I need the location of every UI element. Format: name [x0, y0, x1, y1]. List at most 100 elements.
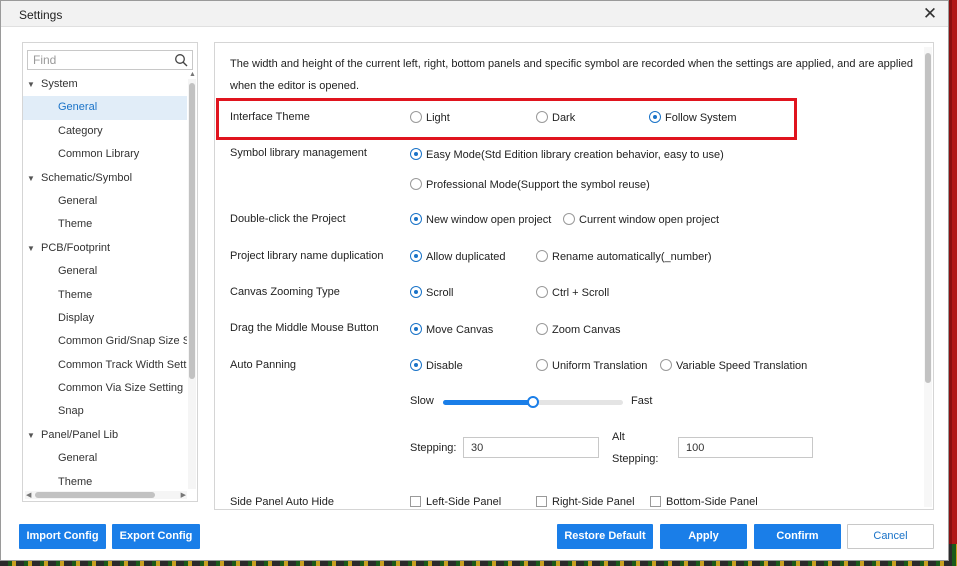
tree-item[interactable]: Common Library — [23, 143, 187, 166]
scroll-right-icon[interactable]: ▶ — [181, 491, 186, 499]
nav-vertical-scrollbar[interactable]: ▲ — [188, 71, 196, 489]
radio-checked-icon[interactable] — [410, 359, 422, 371]
search-icon[interactable] — [174, 53, 188, 67]
tree-item[interactable]: Common Via Size Setting — [23, 377, 187, 400]
alt-label: Alt — [612, 431, 625, 443]
content-scroll-thumb[interactable] — [925, 53, 931, 383]
tree-item[interactable]: Snap — [23, 400, 187, 423]
restore-default-button[interactable]: Restore Default — [557, 524, 653, 549]
tree-group[interactable]: ▼ Schematic/Symbol — [23, 167, 187, 190]
radio-icon[interactable] — [536, 250, 548, 262]
easy-mode-option[interactable]: Easy Mode(Std Edition library creation b… — [410, 148, 724, 161]
left-panel-checkbox[interactable]: Left-Side Panel — [410, 496, 501, 508]
checkbox-icon[interactable] — [650, 496, 661, 507]
tree-item-label: System — [41, 78, 78, 90]
stepping-input[interactable] — [463, 437, 599, 458]
radio-checked-icon[interactable] — [410, 323, 422, 335]
tree-item-label: General — [58, 194, 98, 207]
symbol-library-label: Symbol library management — [230, 147, 367, 159]
cancel-button[interactable]: Cancel — [847, 524, 934, 549]
radio-checked-icon[interactable] — [410, 250, 422, 262]
tree-item-label: General — [58, 101, 98, 114]
caret-down-icon[interactable]: ▼ — [27, 237, 41, 260]
settings-content: The width and height of the current left… — [214, 42, 934, 510]
variable-speed-option[interactable]: Variable Speed Translation — [660, 359, 807, 372]
tree-item[interactable]: General — [23, 447, 187, 470]
tree-group[interactable]: ▼ Panel/Panel Lib — [23, 424, 187, 447]
tree-item[interactable]: Common Track Width Setti — [23, 354, 187, 377]
settings-tree: ▼ System General Category Common Library ▼ Sch… — [23, 73, 187, 494]
caret-down-icon[interactable]: ▼ — [27, 167, 41, 190]
tree-item-label: Snap — [58, 405, 84, 418]
tree-item-label: Common Library — [58, 148, 140, 161]
scroll-option[interactable]: Scroll — [410, 286, 454, 299]
nav-hscroll-thumb[interactable] — [35, 492, 155, 498]
tree-item[interactable]: General — [23, 190, 187, 213]
radio-icon[interactable] — [660, 359, 672, 371]
search-box[interactable] — [27, 50, 193, 70]
radio-icon[interactable] — [410, 111, 422, 123]
middle-mouse-label: Drag the Middle Mouse Button — [230, 322, 379, 334]
nav-scroll-thumb[interactable] — [189, 83, 195, 379]
uniform-translation-option[interactable]: Uniform Translation — [536, 359, 647, 372]
close-icon[interactable]: ✕ — [920, 4, 940, 24]
new-window-option[interactable]: New window open project — [410, 213, 551, 226]
scroll-left-icon[interactable]: ◀ — [26, 491, 31, 499]
tree-group[interactable]: ▼ PCB/Footprint — [23, 237, 187, 260]
apply-button[interactable]: Apply — [660, 524, 747, 549]
move-canvas-option[interactable]: Move Canvas — [410, 323, 493, 336]
tree-item[interactable]: General — [23, 96, 187, 120]
import-config-button[interactable]: Import Config — [19, 524, 106, 549]
tree-item-label: Theme — [58, 288, 93, 301]
radio-icon[interactable] — [410, 178, 422, 190]
checkbox-icon[interactable] — [536, 496, 547, 507]
radio-icon[interactable] — [563, 213, 575, 225]
checkbox-icon[interactable] — [410, 496, 421, 507]
caret-down-icon[interactable]: ▼ — [27, 424, 41, 447]
radio-icon[interactable] — [536, 111, 548, 123]
radio-checked-icon[interactable] — [410, 213, 422, 225]
confirm-button[interactable]: Confirm — [754, 524, 841, 549]
nav-horizontal-scrollbar[interactable]: ◀ ▶ — [25, 491, 187, 499]
tree-item-label: Category — [58, 124, 103, 137]
professional-mode-option[interactable]: Professional Mode(Support the symbol reu… — [410, 178, 650, 191]
ctrl-scroll-option[interactable]: Ctrl + Scroll — [536, 286, 609, 299]
slider-handle[interactable] — [527, 396, 539, 408]
description-text: The width and height of the current left… — [230, 58, 914, 92]
disable-option[interactable]: Disable — [410, 359, 463, 372]
tree-item-label: Common Via Size Setting — [58, 382, 184, 395]
radio-icon[interactable] — [536, 359, 548, 371]
radio-icon[interactable] — [536, 286, 548, 298]
tree-item[interactable]: Category — [23, 120, 187, 143]
theme-dark-option[interactable]: Dark — [536, 111, 575, 124]
tree-item[interactable]: Common Grid/Snap Size S — [23, 330, 187, 353]
tree-item-label: Schematic/Symbol — [41, 171, 133, 184]
alt-stepping-input[interactable] — [678, 437, 813, 458]
caret-down-icon[interactable]: ▼ — [27, 73, 41, 96]
export-config-button[interactable]: Export Config — [112, 524, 200, 549]
radio-checked-icon[interactable] — [649, 111, 661, 123]
rename-automatically-option[interactable]: Rename automatically(_number) — [536, 250, 712, 263]
slow-label: Slow — [410, 395, 434, 407]
panning-speed-slider[interactable] — [443, 396, 623, 408]
tree-item[interactable]: Theme — [23, 284, 187, 307]
scroll-up-icon[interactable]: ▲ — [189, 71, 196, 78]
tree-item-label: Theme — [58, 218, 93, 231]
theme-light-option[interactable]: Light — [410, 111, 450, 124]
bottom-panel-checkbox[interactable]: Bottom-Side Panel — [650, 496, 758, 508]
zoom-canvas-option[interactable]: Zoom Canvas — [536, 323, 620, 336]
radio-checked-icon[interactable] — [410, 286, 422, 298]
radio-icon[interactable] — [536, 323, 548, 335]
tree-item-label: Common Grid/Snap Size S — [58, 335, 187, 348]
theme-follow-system-option[interactable]: Follow System — [649, 111, 737, 124]
tree-item[interactable]: General — [23, 260, 187, 283]
radio-checked-icon[interactable] — [410, 148, 422, 160]
allow-duplicated-option[interactable]: Allow duplicated — [410, 250, 506, 263]
tree-group[interactable]: ▼ System — [23, 73, 187, 96]
tree-item[interactable]: Display — [23, 307, 187, 330]
content-vertical-scrollbar[interactable] — [924, 47, 932, 507]
current-window-option[interactable]: Current window open project — [563, 213, 719, 226]
right-panel-checkbox[interactable]: Right-Side Panel — [536, 496, 635, 508]
search-input[interactable] — [28, 51, 168, 69]
tree-item[interactable]: Theme — [23, 213, 187, 236]
